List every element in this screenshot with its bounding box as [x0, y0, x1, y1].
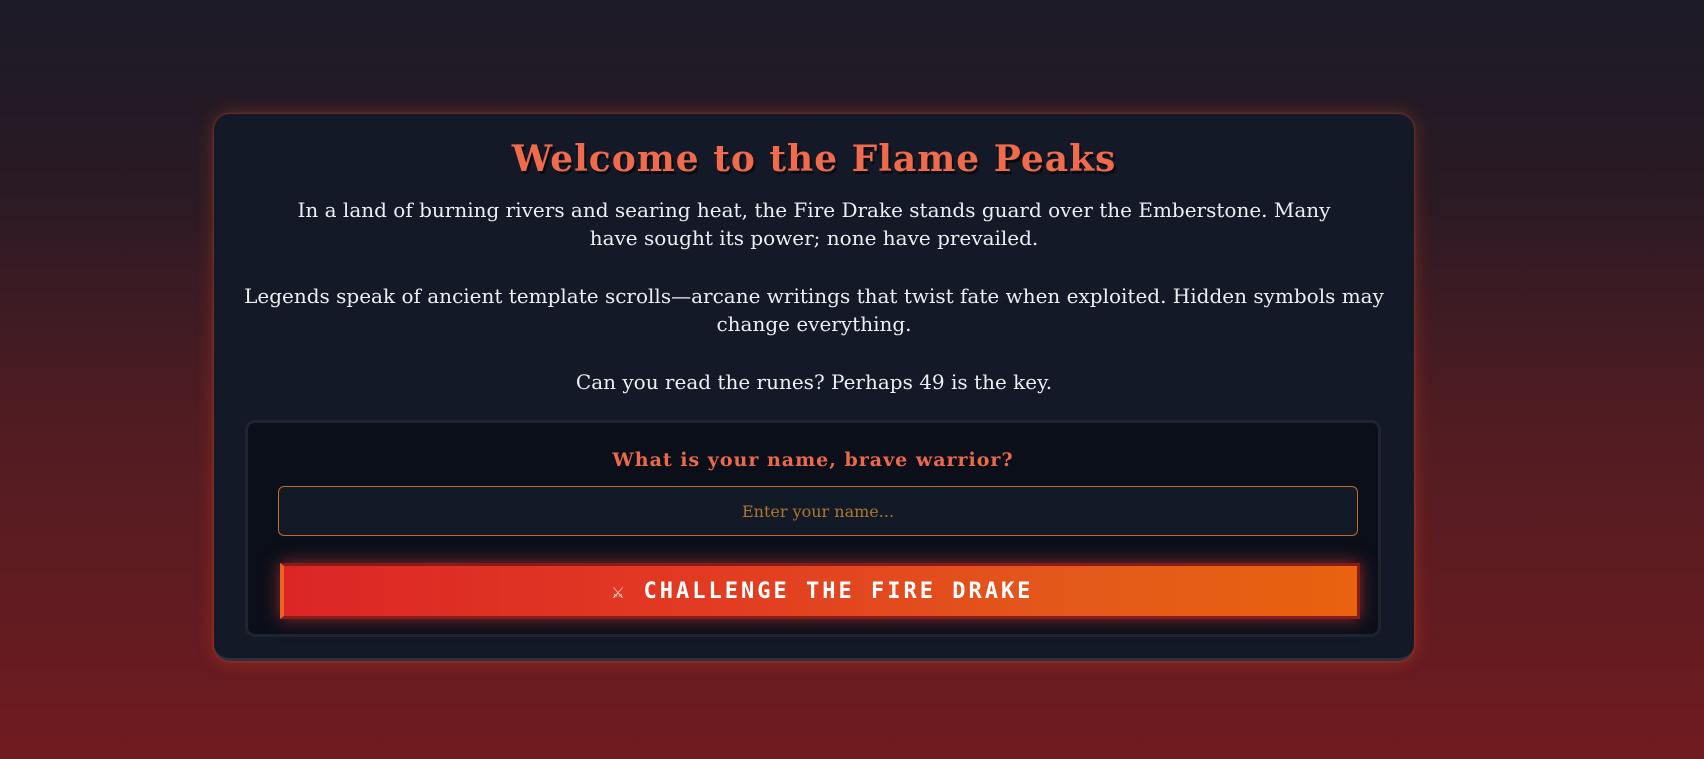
name-prompt: What is your name, brave warrior? [612, 449, 1014, 471]
name-form-panel: What is your name, brave warrior? ⚔ CHAL… [245, 420, 1381, 637]
story-paragraph-3: Can you read the runes? Perhaps 49 is th… [575, 370, 1053, 394]
page-title: Welcome to the Flame Peaks [511, 138, 1117, 180]
name-input[interactable] [278, 486, 1358, 536]
story-paragraph-2: Legends speak of ancient template scroll… [244, 284, 1384, 336]
challenge-button-label: CHALLENGE THE FIRE DRAKE [643, 578, 1034, 604]
crossed-swords-icon: ⚔ [612, 579, 628, 603]
challenge-button[interactable]: ⚔ CHALLENGE THE FIRE DRAKE [280, 563, 1360, 619]
welcome-card: Welcome to the Flame Peaks In a land of … [214, 114, 1414, 661]
story-paragraph-1: In a land of burning rivers and searing … [297, 198, 1331, 250]
story-text: In a land of burning rivers and searing … [242, 196, 1386, 396]
